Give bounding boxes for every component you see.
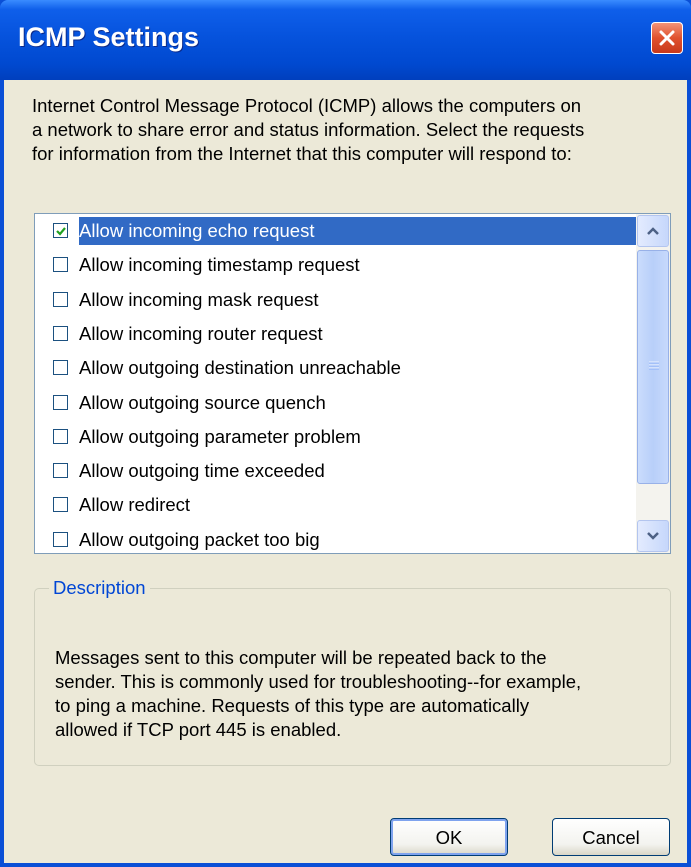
description-text: Messages sent to this computer will be r… (55, 647, 582, 740)
description-legend: Description (49, 575, 150, 601)
list-item[interactable]: Allow incoming timestamp request (35, 249, 635, 283)
list-item-label: Allow outgoing source quench (79, 391, 326, 413)
list-item[interactable]: Allow outgoing destination unreachable (35, 352, 635, 386)
list-item[interactable]: Allow outgoing source quench (35, 387, 635, 421)
list-item[interactable]: Allow outgoing packet too big (35, 524, 635, 553)
checkbox[interactable] (53, 497, 68, 513)
list-item-label: Allow incoming mask request (79, 288, 319, 310)
list-item-label: Allow incoming timestamp request (79, 254, 360, 276)
scroll-down-button[interactable] (637, 520, 669, 552)
icmp-options-list[interactable]: Allow incoming echo request Allow incomin… (34, 213, 671, 554)
grip-icon (649, 361, 659, 370)
list-item[interactable]: Allow incoming mask request (35, 284, 635, 318)
description-groupbox: Description Messages sent to this comput… (34, 575, 671, 766)
list-item[interactable]: Allow redirect (35, 489, 635, 523)
checkbox[interactable] (53, 531, 68, 547)
dialog-body: Internet Control Message Protocol (ICMP)… (4, 80, 687, 863)
list-item[interactable]: Allow incoming echo request (35, 215, 637, 249)
checkbox[interactable] (53, 463, 68, 479)
chevron-up-icon (647, 227, 659, 235)
checkbox[interactable] (53, 223, 68, 238)
close-button[interactable] (651, 22, 683, 54)
list-item-label: Allow outgoing destination unreachable (79, 357, 401, 379)
checkbox[interactable] (53, 291, 68, 307)
checkbox[interactable] (53, 257, 68, 273)
checkbox[interactable] (53, 360, 68, 376)
list-item-label: Allow redirect (79, 494, 191, 516)
vertical-scrollbar[interactable] (636, 214, 670, 553)
checkbox[interactable] (53, 428, 68, 444)
close-icon (659, 30, 675, 46)
list-item-label: Allow outgoing packet too big (79, 528, 320, 550)
window-title: ICMP Settings (18, 22, 200, 52)
title-bar[interactable]: ICMP Settings (0, 0, 691, 80)
checkmark-icon (56, 227, 66, 236)
intro-text: Internet Control Message Protocol (ICMP)… (32, 95, 585, 164)
scroll-up-button[interactable] (637, 215, 669, 247)
chevron-down-icon (647, 532, 659, 540)
list-item[interactable]: Allow incoming router request (35, 318, 635, 352)
checkbox[interactable] (53, 394, 68, 410)
checkbox[interactable] (53, 325, 68, 341)
list-item-label: Allow outgoing time exceeded (79, 460, 325, 482)
ok-button[interactable]: OK (390, 818, 508, 856)
list-item-label: Allow outgoing parameter problem (79, 425, 361, 447)
list-item[interactable]: Allow outgoing parameter problem (35, 421, 635, 455)
list-item-label: Allow incoming router request (79, 322, 323, 344)
scroll-thumb[interactable] (637, 250, 669, 484)
list-item[interactable]: Allow outgoing time exceeded (35, 455, 635, 489)
cancel-button[interactable]: Cancel (552, 818, 670, 856)
list-item-label: Allow incoming echo request (79, 217, 637, 245)
icmp-settings-dialog: ICMP Settings Internet Control Message P… (0, 0, 691, 867)
